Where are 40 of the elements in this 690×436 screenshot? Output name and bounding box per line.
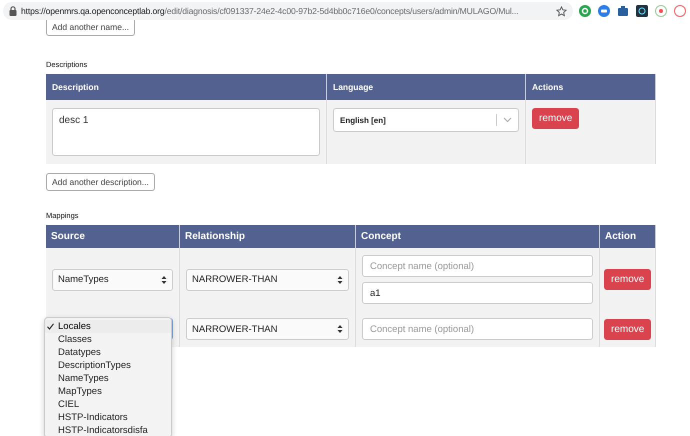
add-description-button[interactable]: Add another description... [46, 173, 155, 191]
relationship-select[interactable]: NARROWER-THAN [186, 318, 349, 340]
lock-icon [9, 6, 17, 16]
updown-icon [161, 274, 167, 284]
address-field[interactable]: https://openmrs.qa.openconceptlab.org/edit/diagnosis/cf091337-24e2-4c00-97b2-5d4bb0c716e0/concepts/users/admin/MULAGO/Mul... [3, 2, 573, 20]
column-header: Relationship [180, 225, 356, 248]
column-header: Concept [356, 225, 600, 248]
updown-icon [337, 324, 343, 334]
language-dropdown[interactable]: English [en] [333, 108, 519, 132]
chevron-icon [503, 117, 512, 123]
remove-button[interactable]: remove [604, 318, 652, 340]
checkmark-icon [47, 323, 54, 330]
extension-icon[interactable] [598, 5, 610, 17]
concept-name-field[interactable]: Concept name (optional) [362, 255, 593, 277]
menu-item[interactable]: Classes [45, 333, 171, 346]
menu-item[interactable]: Locales [45, 320, 171, 333]
updown-icon [337, 274, 343, 284]
relationship-select[interactable]: NARROWER-THAN [186, 268, 349, 290]
menu-item[interactable]: DescriptionTypes [45, 359, 171, 372]
column-header: Action [600, 225, 656, 248]
extension-icon[interactable] [617, 5, 629, 17]
description-field[interactable]: desc 1 [52, 108, 320, 156]
concept-name-field[interactable]: Concept name (optional) [362, 318, 593, 340]
menu-item[interactable]: HSTP-Indicatorsdisfa [45, 424, 171, 436]
column-header: Actions [526, 74, 656, 100]
menu-item[interactable]: CIEL [45, 398, 171, 411]
column-header: Language [327, 74, 526, 100]
remove-button[interactable]: remove [532, 108, 580, 129]
star-icon[interactable] [556, 6, 567, 16]
concept-code-field[interactable]: a1 [362, 282, 593, 304]
menu-item[interactable]: Datatypes [45, 346, 171, 359]
column-header: Source [46, 225, 180, 248]
column-header: Description [46, 74, 327, 100]
menu-item[interactable]: HSTP-Indicators [45, 411, 171, 424]
extension-icon[interactable] [636, 5, 648, 17]
menu-item[interactable]: MapTypes [45, 385, 171, 398]
url-text: https://openmrs.qa.openconceptlab.org/edit/diagnosis/cf091337-24e2-4c00-97b2-5d4bb0c716e0/concepts/users/admin/MULAGO/Mul... [21, 6, 520, 16]
remove-button[interactable]: remove [604, 269, 652, 290]
menu-item[interactable]: NameTypes [45, 372, 171, 385]
source-select[interactable]: NameTypes [52, 268, 173, 290]
